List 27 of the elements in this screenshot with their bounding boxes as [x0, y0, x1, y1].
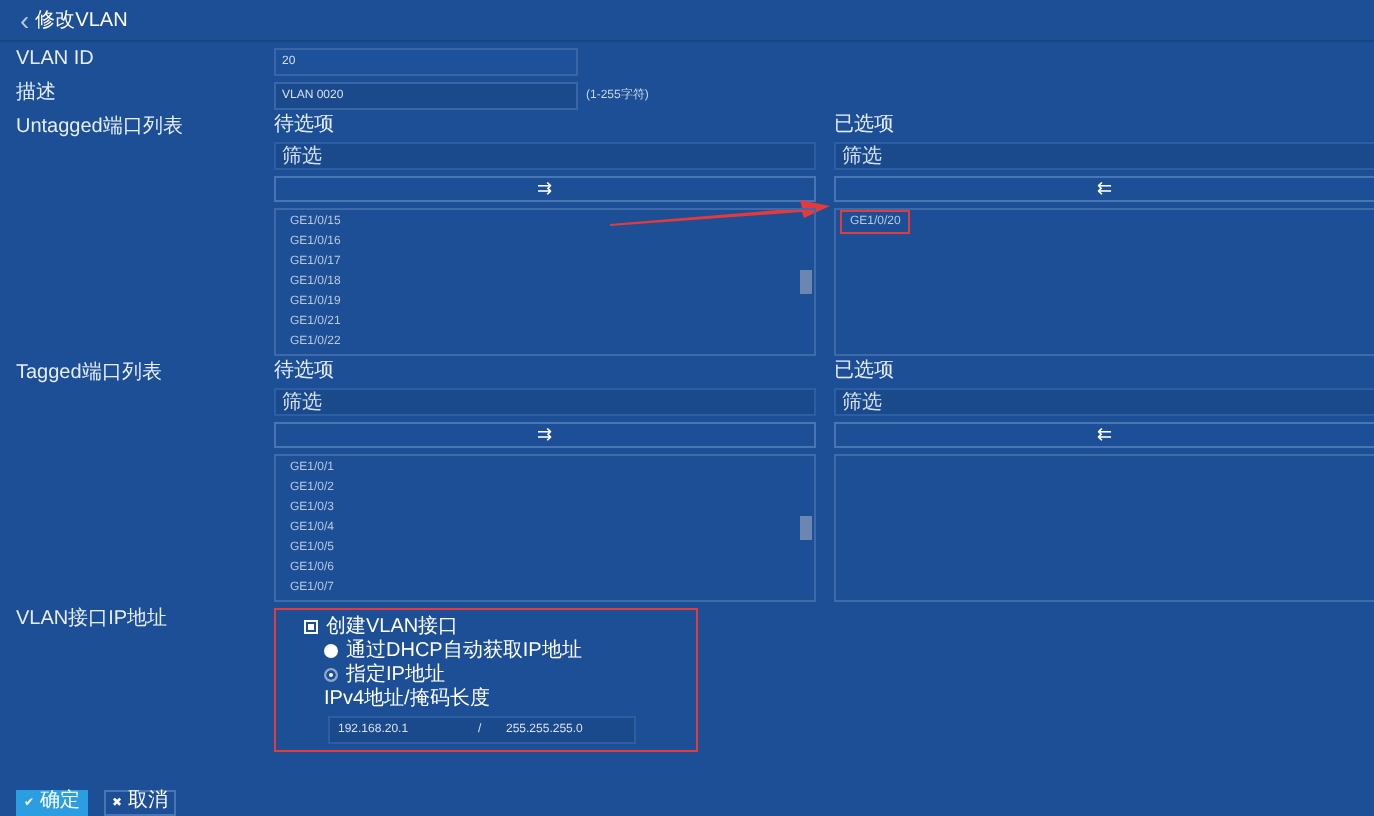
filter-field[interactable]: 筛选: [274, 388, 816, 416]
list-title: 已选项: [834, 116, 894, 136]
back-link[interactable]: ‹: [20, 6, 30, 34]
field-label: IPv4地址/掩码长度: [324, 688, 492, 710]
list-title: 已选项: [834, 362, 894, 382]
filter-field[interactable]: 筛选: [834, 388, 1374, 416]
scrollbar-thumb[interactable]: [800, 516, 812, 540]
page-title: 修改VLAN: [35, 8, 128, 34]
radio-label: 通过DHCP自动获取IP地址: [346, 640, 582, 662]
radio-button[interactable]: [324, 668, 338, 682]
checkbox-label: 创建VLAN接口: [326, 616, 459, 638]
list-title: 待选项: [274, 362, 334, 382]
radio-label: 指定IP地址: [346, 664, 445, 686]
move-button[interactable]: ⇇: [834, 176, 1374, 202]
field-label: Untagged端口列表: [14, 116, 185, 142]
move-button[interactable]: ⇉: [274, 422, 816, 448]
checkbox[interactable]: [304, 620, 318, 634]
filter-field[interactable]: 筛选: [834, 142, 1374, 170]
field-label: Tagged端口列表: [14, 362, 164, 388]
field-label: VLAN接口IP地址: [14, 608, 170, 634]
move-button[interactable]: ⇉: [274, 176, 816, 202]
scrollbar-thumb[interactable]: [800, 270, 812, 294]
field-label: 描述: [14, 82, 58, 108]
filter-field[interactable]: 筛选: [274, 142, 816, 170]
move-button[interactable]: ⇇: [834, 422, 1374, 448]
list-title: 待选项: [274, 116, 334, 136]
field-label: VLAN ID: [14, 48, 96, 74]
